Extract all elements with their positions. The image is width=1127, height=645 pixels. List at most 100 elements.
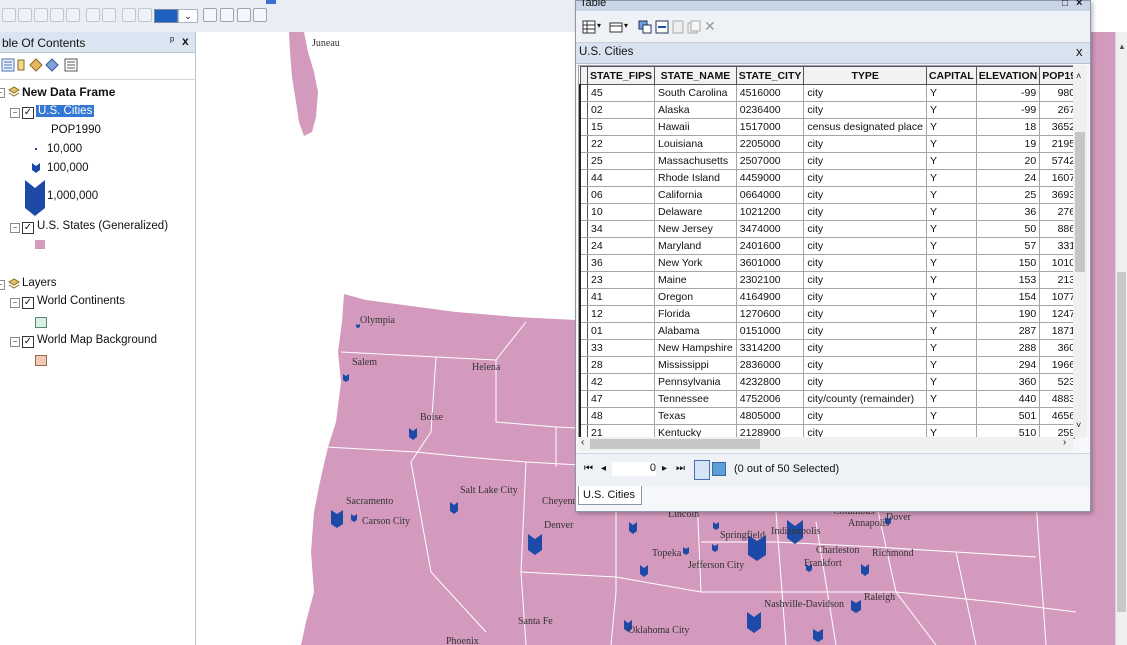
color-selector-icon[interactable] <box>154 9 178 23</box>
table-cell[interactable]: city <box>803 305 927 323</box>
scroll-thumb[interactable] <box>1117 272 1126 612</box>
copy-selected-icon[interactable] <box>687 20 701 34</box>
table-hscroll-thumb[interactable] <box>590 439 760 449</box>
world-continents-expander-icon[interactable]: − <box>10 298 20 308</box>
table-cell[interactable]: Y <box>925 373 977 391</box>
data-frame-label[interactable]: New Data Frame <box>22 85 115 99</box>
table-cell[interactable]: 36 <box>975 203 1041 221</box>
table-cell[interactable]: 25 <box>975 186 1041 204</box>
table-cell[interactable]: 36006 <box>1039 339 1074 357</box>
column-header[interactable]: POP1990 <box>1039 66 1074 85</box>
table-cell[interactable]: Oregon <box>654 288 737 306</box>
column-header[interactable]: ELEVATION <box>975 66 1041 85</box>
column-header[interactable]: STATE_FIPS <box>586 66 656 85</box>
column-header[interactable]: TYPE <box>803 66 927 85</box>
table-cell[interactable]: Hawaii <box>654 118 737 136</box>
us-cities-checkbox[interactable]: ✓ <box>22 107 34 119</box>
table-cell[interactable]: Delaware <box>654 203 737 221</box>
table-cell[interactable]: California <box>654 186 737 204</box>
table-cell[interactable]: city <box>803 322 927 340</box>
table-cell[interactable]: 488374 <box>1039 390 1074 408</box>
table-cell[interactable]: city <box>803 220 927 238</box>
next-record-icon[interactable]: ▸ <box>662 463 667 474</box>
table-cell[interactable]: 4459000 <box>735 169 805 187</box>
table-cell[interactable]: 4805000 <box>735 407 805 425</box>
table-cell[interactable]: 2302100 <box>735 271 805 289</box>
table-cell[interactable]: 360 <box>975 373 1041 391</box>
table-cell[interactable]: city <box>803 339 927 357</box>
table-cell[interactable]: 52376 <box>1039 373 1074 391</box>
table-cell[interactable]: city <box>803 135 927 153</box>
table-cell[interactable]: South Carolina <box>654 84 737 102</box>
table-cell[interactable]: Y <box>925 118 977 136</box>
table-scroll-thumb[interactable] <box>1075 132 1085 272</box>
table-cell[interactable]: 2836000 <box>735 356 805 374</box>
table-cell[interactable]: Florida <box>654 305 737 323</box>
table-window-titlebar[interactable]: Table □ × <box>576 0 1090 11</box>
first-record-icon[interactable]: ⏮ <box>584 463 593 474</box>
table-cell[interactable]: Louisiana <box>654 135 737 153</box>
table-cell[interactable]: 2401600 <box>735 237 805 255</box>
table-row[interactable]: 12Florida1270600cityY190124773 <box>579 305 1074 323</box>
table-cell[interactable]: 501 <box>975 407 1041 425</box>
switch-selection-icon[interactable] <box>655 20 669 34</box>
row-selector[interactable] <box>579 237 588 255</box>
table-cell[interactable]: Y <box>925 84 977 102</box>
table-cell[interactable]: New Jersey <box>654 220 737 238</box>
show-selected-records-icon[interactable] <box>712 462 726 476</box>
table-cell[interactable]: Y <box>925 407 977 425</box>
row-selector[interactable] <box>579 203 588 221</box>
table-cell[interactable]: Pennsylvania <box>654 373 737 391</box>
world-continents-checkbox[interactable]: ✓ <box>22 297 34 309</box>
layers-expander-icon[interactable]: − <box>0 280 5 290</box>
clear-selection-icon[interactable] <box>102 8 116 22</box>
table-cell[interactable]: 101082 <box>1039 254 1074 272</box>
table-cell[interactable]: 107786 <box>1039 288 1074 306</box>
list-by-source-icon[interactable] <box>14 58 28 72</box>
table-cell[interactable]: 25 <box>586 152 656 170</box>
table-cell[interactable]: 187106 <box>1039 322 1074 340</box>
row-selector[interactable] <box>579 373 588 391</box>
table-cell[interactable]: 294 <box>975 356 1041 374</box>
table-cell[interactable]: 18 <box>975 118 1041 136</box>
table-scroll-right-icon[interactable]: › <box>1063 437 1066 448</box>
table-options-dropdown-icon[interactable]: ▾ <box>597 21 601 30</box>
table-cell[interactable]: city <box>803 271 927 289</box>
select-by-attributes-icon[interactable] <box>638 20 652 34</box>
row-selector[interactable] <box>579 407 588 425</box>
table-cell[interactable]: city <box>803 373 927 391</box>
table-cell[interactable]: 154 <box>975 288 1041 306</box>
table-row[interactable]: 01Alabama0151000cityY287187106 <box>579 322 1074 340</box>
table-row[interactable]: 44Rhode Island4459000cityY24160728 <box>579 169 1074 187</box>
table-row[interactable]: 25Massachusetts2507000cityY20574283 <box>579 152 1074 170</box>
table-cell[interactable]: New Hampshire <box>654 339 737 357</box>
editor-icon[interactable] <box>203 8 217 22</box>
table-row[interactable]: 15 Hawaii 1517000 census designated place Y 1… <box>579 118 1074 136</box>
catalog-icon[interactable] <box>220 8 234 22</box>
row-selector[interactable] <box>579 186 588 204</box>
table-cell[interactable]: 0664000 <box>735 186 805 204</box>
row-selector[interactable] <box>579 271 588 289</box>
table-cell[interactable]: 10 <box>586 203 656 221</box>
row-selector[interactable] <box>579 84 588 102</box>
list-by-visibility-icon[interactable] <box>29 58 43 72</box>
list-by-selection-icon[interactable] <box>45 58 59 72</box>
table-cell[interactable]: city <box>803 203 927 221</box>
table-row[interactable]: 02Alaska0236400cityY-9926751 <box>579 101 1074 119</box>
zoom-out-fixed-icon[interactable] <box>18 8 32 22</box>
table-cell[interactable]: 34 <box>586 220 656 238</box>
table-cell[interactable]: city <box>803 84 927 102</box>
row-selector[interactable] <box>579 152 588 170</box>
table-cell[interactable]: Y <box>925 390 977 408</box>
table-cell[interactable]: 24 <box>586 237 656 255</box>
table-cell[interactable]: 88675 <box>1039 220 1074 238</box>
table-cell[interactable]: 4164900 <box>735 288 805 306</box>
table-cell[interactable]: 48 <box>586 407 656 425</box>
table-cell[interactable]: Y <box>925 305 977 323</box>
table-cell[interactable]: Y <box>925 322 977 340</box>
show-all-records-icon[interactable] <box>694 460 710 480</box>
table-cell[interactable]: 440 <box>975 390 1041 408</box>
row-selector[interactable] <box>579 118 588 136</box>
table-cell[interactable]: 41 <box>586 288 656 306</box>
delete-selected-icon[interactable]: ✕ <box>704 18 716 35</box>
